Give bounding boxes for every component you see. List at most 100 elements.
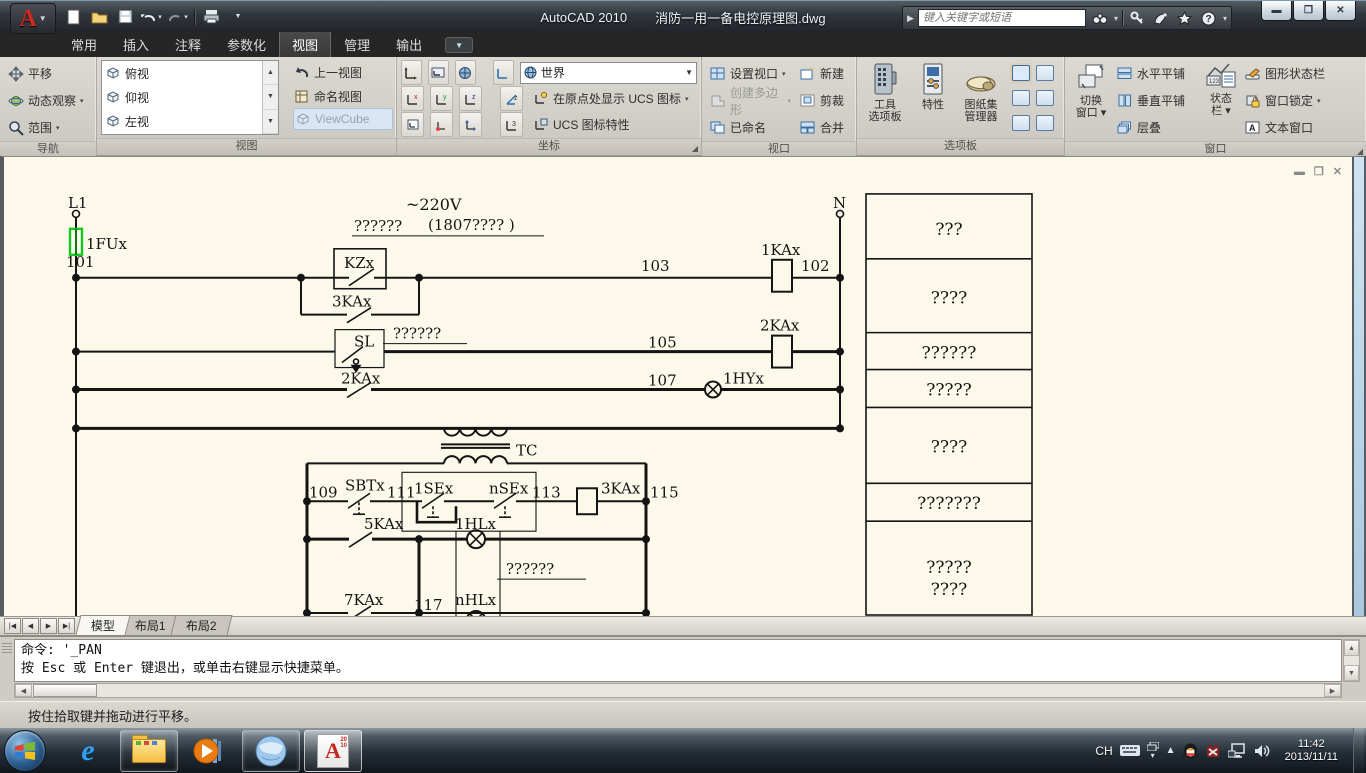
viewport-polygonal-button[interactable]: 创建多边形▾ xyxy=(706,87,794,114)
show-desktop-button[interactable] xyxy=(1353,728,1364,773)
taskbar-clock[interactable]: 11:42 2013/11/11 xyxy=(1277,738,1346,764)
dashboard-palette-button[interactable] xyxy=(1009,60,1033,85)
viewport-join-button[interactable]: 合并 xyxy=(796,114,852,141)
dbconnect-palette-button[interactable] xyxy=(1009,85,1033,110)
next-tab-button[interactable]: ▶ xyxy=(40,618,57,634)
tab-insert[interactable]: 插入 xyxy=(110,31,162,57)
tab-home[interactable]: 常用 xyxy=(58,31,110,57)
taskbar-wmp-button[interactable] xyxy=(182,731,238,771)
view-list-scrollbar[interactable]: ▲ ▼ ▼ xyxy=(262,61,278,134)
qq-icon[interactable] xyxy=(1183,742,1198,759)
plot-button[interactable] xyxy=(200,6,223,27)
last-tab-button[interactable]: ▶| xyxy=(58,618,75,634)
scroll-left-icon[interactable]: ◀ xyxy=(15,684,32,697)
command-hscrollbar[interactable]: ◀ ▶ xyxy=(14,683,1342,698)
drawing-area[interactable]: L1 N ~220V ?????? (1807???? ) 1FUx 101 K… xyxy=(0,156,1366,616)
network-icon[interactable] xyxy=(1228,743,1247,758)
ucs-object-button[interactable] xyxy=(455,60,476,85)
command-line[interactable]: 命令: '_PAN按 Esc 或 Enter 键退出，或单击右键显示快捷菜单。 xyxy=(14,639,1342,682)
ucs-view-button[interactable] xyxy=(401,112,424,137)
viewcube-button[interactable]: ViewCube xyxy=(293,108,393,130)
ucs-combo[interactable]: 世界 ▼ xyxy=(520,62,697,84)
search-scope-dropdown[interactable]: ▾ xyxy=(1114,14,1118,23)
orbit-button[interactable]: 动态观察▾ xyxy=(4,87,92,114)
ucs-3point-button[interactable] xyxy=(459,112,482,137)
start-button[interactable] xyxy=(4,730,46,772)
ucs-world-button[interactable] xyxy=(401,60,422,85)
tab-view[interactable]: 视图 xyxy=(279,31,331,57)
search-input[interactable] xyxy=(918,9,1086,27)
new-button[interactable] xyxy=(62,6,85,27)
drawing-restore-button[interactable]: ❐ xyxy=(1314,167,1324,178)
previous-view-button[interactable]: 上一视图 xyxy=(293,60,393,84)
close-button[interactable]: ✕ xyxy=(1325,1,1356,21)
tool-palettes-button[interactable]: 工具选项板 xyxy=(861,60,909,138)
taskbar-autocad-button[interactable]: A2010 xyxy=(304,730,362,772)
scrollbar-thumb[interactable] xyxy=(33,684,97,697)
lights-palette-button[interactable] xyxy=(1033,110,1057,135)
drawing-close-button[interactable]: ✕ xyxy=(1333,167,1342,178)
tab-layout2[interactable]: 布局2 xyxy=(170,615,232,635)
viewport-named-button[interactable]: 已命名 xyxy=(706,114,794,141)
scroll-split-icon[interactable]: ▼ xyxy=(263,110,278,134)
scroll-up-icon[interactable]: ▲ xyxy=(1344,640,1359,656)
panel-launcher-icon[interactable]: ◢ xyxy=(692,141,698,156)
tab-annotate[interactable]: 注释 xyxy=(162,31,214,57)
keyboard-icon[interactable] xyxy=(1120,744,1140,757)
open-button[interactable] xyxy=(88,6,111,27)
prev-tab-button[interactable]: ◀ xyxy=(22,618,39,634)
view-list-item-bottom[interactable]: 仰视 xyxy=(102,85,262,109)
calculator-palette-button[interactable] xyxy=(1033,85,1057,110)
subscription-center-button[interactable] xyxy=(1127,9,1147,27)
viewport-new-button[interactable]: 新建 xyxy=(796,60,852,87)
drawing-minimize-button[interactable]: ▬ xyxy=(1294,167,1305,178)
tab-output[interactable]: 输出 xyxy=(383,31,435,57)
scroll-down-icon[interactable]: ▼ xyxy=(263,85,278,109)
ime-toolbar[interactable]: ▾ xyxy=(1147,742,1159,760)
tile-vertical-button[interactable]: 垂直平铺 xyxy=(1113,87,1201,114)
visual-styles-palette-button[interactable] xyxy=(1033,60,1057,85)
cascade-button[interactable]: 层叠 xyxy=(1113,114,1201,141)
plugin-alert-icon[interactable] xyxy=(1205,743,1221,759)
help-button[interactable]: ? xyxy=(1199,9,1219,27)
view-list-item-left[interactable]: 左视 xyxy=(102,109,262,133)
ucs-origin-button[interactable] xyxy=(430,112,453,137)
scroll-down-icon[interactable]: ▼ xyxy=(1344,665,1359,681)
undo-button[interactable]: ▾ xyxy=(140,6,163,27)
chevron-down-icon[interactable]: ▼ xyxy=(685,68,693,77)
ucs-x-button[interactable]: x xyxy=(401,86,424,111)
ucs-y-button[interactable]: y xyxy=(430,86,453,111)
search-button[interactable] xyxy=(1090,9,1110,27)
ucs-3-button[interactable]: 3 xyxy=(500,112,523,137)
help-dropdown[interactable]: ▾ xyxy=(1223,14,1227,23)
infocenter-collapse-icon[interactable]: ▶ xyxy=(907,13,914,24)
named-views-button[interactable]: 命名视图 xyxy=(293,84,393,108)
scroll-up-icon[interactable]: ▲ xyxy=(263,61,278,85)
sheet-set-manager-button[interactable]: 图纸集管理器 xyxy=(957,60,1005,138)
ime-language-indicator[interactable]: CH xyxy=(1095,744,1112,758)
tile-horizontal-button[interactable]: 水平平铺 xyxy=(1113,60,1201,87)
status-bar-menu-button[interactable]: 123 状态栏 ▾ xyxy=(1201,60,1241,141)
speaker-icon[interactable] xyxy=(1254,744,1270,758)
ucs-named-button[interactable] xyxy=(493,60,514,85)
ucs-zaxis-button[interactable]: z xyxy=(500,86,523,111)
scroll-right-icon[interactable]: ▶ xyxy=(1324,684,1341,697)
restore-button[interactable]: ❐ xyxy=(1293,1,1324,21)
show-hidden-icons-button[interactable]: ▲ xyxy=(1166,745,1176,756)
switch-windows-button[interactable]: 切换窗口 ▾ xyxy=(1069,60,1113,141)
ribbon-minimize-button[interactable]: ▼ xyxy=(445,37,473,53)
tab-manage[interactable]: 管理 xyxy=(331,31,383,57)
ucs-previous-button[interactable] xyxy=(428,60,449,85)
favorites-button[interactable] xyxy=(1175,9,1195,27)
view-list-item-top[interactable]: 俯视 xyxy=(102,61,262,85)
ucs-icon-properties-button[interactable]: UCS 图标特性 xyxy=(529,115,633,134)
first-tab-button[interactable]: |◀ xyxy=(4,618,21,634)
command-vscrollbar[interactable]: ▲ ▼ xyxy=(1343,639,1360,682)
tab-parametric[interactable]: 参数化 xyxy=(214,31,279,57)
command-window-grip[interactable] xyxy=(2,641,12,653)
zoom-extents-button[interactable]: 范围▾ xyxy=(4,114,92,141)
text-window-button[interactable]: A文本窗口 xyxy=(1241,114,1362,141)
taskbar-explorer-button[interactable] xyxy=(120,730,178,772)
tab-model[interactable]: 模型 xyxy=(76,615,131,635)
qat-customize-button[interactable]: ▼ xyxy=(226,6,249,27)
